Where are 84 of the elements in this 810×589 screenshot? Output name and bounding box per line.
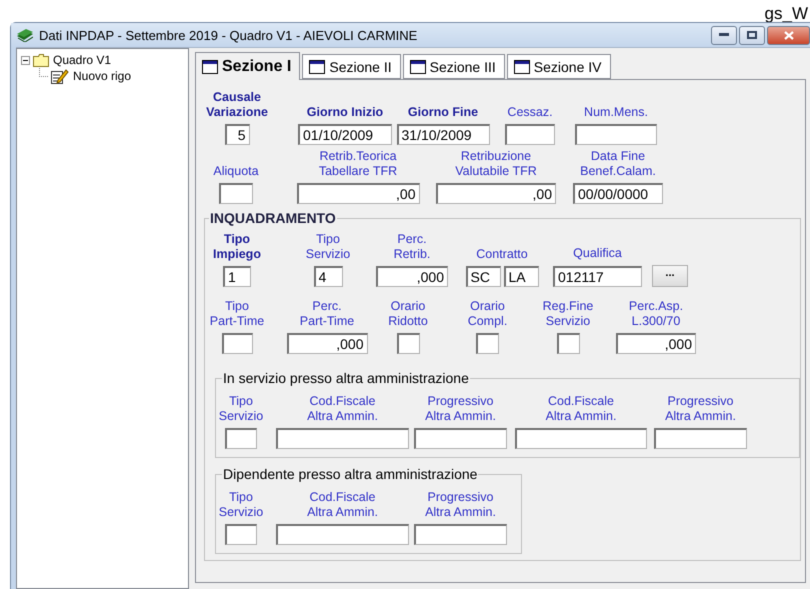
field-label: Cod.Fiscale Altra Ammin. xyxy=(307,394,378,424)
field-label: Cod.Fiscale Altra Ammin. xyxy=(546,394,616,424)
group-title: Dipendente presso altra amministrazione xyxy=(222,466,478,482)
group-title: INQUADRAMENTO xyxy=(209,210,337,226)
field-label: Retribuzione Valutabile TFR xyxy=(455,149,537,179)
input-field[interactable]: 4 xyxy=(314,266,342,287)
edit-icon xyxy=(51,68,69,84)
field-label: Tipo Servizio xyxy=(218,490,264,520)
minimize-button[interactable] xyxy=(711,26,737,44)
field-label: Progressivo Altra Ammin. xyxy=(425,490,496,520)
tree-item[interactable]: Nuovo rigo xyxy=(73,69,132,83)
input-field[interactable]: ,000 xyxy=(286,333,368,354)
input-field[interactable]: 012117 xyxy=(553,266,642,286)
input-field[interactable] xyxy=(575,124,657,145)
field-label: Orario Compl. xyxy=(468,299,508,329)
folder-icon xyxy=(33,54,49,66)
window-icon xyxy=(202,60,218,74)
input-field[interactable] xyxy=(276,524,409,545)
input-field[interactable]: 00/00/0000 xyxy=(573,183,663,204)
minimize-icon xyxy=(719,33,729,37)
input-field[interactable]: 1 xyxy=(223,266,251,287)
field-label: Tipo Impiego xyxy=(213,232,261,262)
input-field[interactable] xyxy=(396,333,420,354)
input-field[interactable] xyxy=(222,333,252,354)
input-field[interactable] xyxy=(276,428,409,449)
window-icon xyxy=(410,60,426,74)
field-label: Tipo Servizio xyxy=(306,232,350,262)
field-label: Cessaz. xyxy=(507,105,553,120)
browse-button[interactable]: ... xyxy=(652,265,688,287)
field-label: Giorno Fine xyxy=(408,105,478,120)
input-field[interactable] xyxy=(219,183,253,204)
corner-label: gs_W xyxy=(764,5,808,22)
input-field[interactable]: ,000 xyxy=(616,333,696,354)
field-label: Perc. Part-Time xyxy=(300,299,354,329)
field-label: Perc. Retrib. xyxy=(394,232,430,262)
input-field[interactable] xyxy=(414,524,507,545)
field-label: Data Fine Benef.Calam. xyxy=(580,149,656,179)
close-icon xyxy=(784,30,794,40)
field-label: Progressivo Altra Ammin. xyxy=(425,394,496,424)
tab[interactable]: Sezione III xyxy=(402,54,505,79)
input-field[interactable] xyxy=(225,524,257,545)
collapse-icon[interactable] xyxy=(21,56,30,64)
maximize-button[interactable] xyxy=(739,26,765,44)
input-field[interactable]: ,00 xyxy=(296,183,420,204)
input-field[interactable] xyxy=(505,124,555,145)
tab[interactable]: Sezione IV xyxy=(506,54,610,79)
input-field[interactable]: SC xyxy=(466,266,500,287)
input-field[interactable] xyxy=(225,428,257,449)
input-field[interactable]: LA xyxy=(504,266,538,287)
field-label: Aliquota xyxy=(213,164,259,179)
field-label: Perc.Asp. L.300/70 xyxy=(628,299,684,329)
field-label: Reg.Fine Servizio xyxy=(542,299,594,329)
input-field[interactable]: 01/10/2009 xyxy=(298,124,392,145)
tab[interactable]: Sezione II xyxy=(302,54,401,79)
input-field[interactable] xyxy=(414,428,507,449)
field-label: Qualifica xyxy=(572,246,623,261)
field-label: Progressivo Altra Ammin. xyxy=(665,394,736,424)
window-title: Dati INPDAP - Settembre 2019 - Quadro V1 - AIEVOLI CARMINE xyxy=(39,28,418,42)
field-label: Num.Mens. xyxy=(584,105,648,120)
window-icon xyxy=(309,60,326,74)
input-field[interactable]: 31/10/2009 xyxy=(396,124,490,145)
window-icon xyxy=(514,60,530,74)
field-label: Orario Ridotto xyxy=(388,299,428,329)
tree-item[interactable]: Quadro V1 xyxy=(53,53,112,67)
input-field[interactable]: ,000 xyxy=(376,266,448,287)
input-field[interactable]: ,00 xyxy=(436,183,556,204)
tab[interactable]: Sezione I xyxy=(195,52,300,80)
input-field[interactable]: 5 xyxy=(224,124,250,145)
tree-connector xyxy=(39,68,48,77)
input-field[interactable] xyxy=(515,428,647,449)
field-label: Contratto xyxy=(476,247,528,262)
field-label: Causale Variazione xyxy=(206,90,268,120)
input-field[interactable] xyxy=(654,428,747,449)
field-label: Cod.Fiscale Altra Ammin. xyxy=(307,490,378,520)
field-label: Giorno Inizio xyxy=(306,105,384,120)
close-button[interactable] xyxy=(767,26,810,44)
field-label: Tipo Servizio xyxy=(218,394,264,424)
group-title: In servizio presso altra amministrazione xyxy=(222,370,470,386)
app-icon xyxy=(17,28,33,42)
field-label: Retrib.Teorica Tabellare TFR xyxy=(318,149,398,179)
maximize-icon xyxy=(747,31,757,39)
input-field[interactable] xyxy=(476,333,499,354)
input-field[interactable] xyxy=(556,333,580,354)
field-label: Tipo Part-Time xyxy=(210,299,264,329)
